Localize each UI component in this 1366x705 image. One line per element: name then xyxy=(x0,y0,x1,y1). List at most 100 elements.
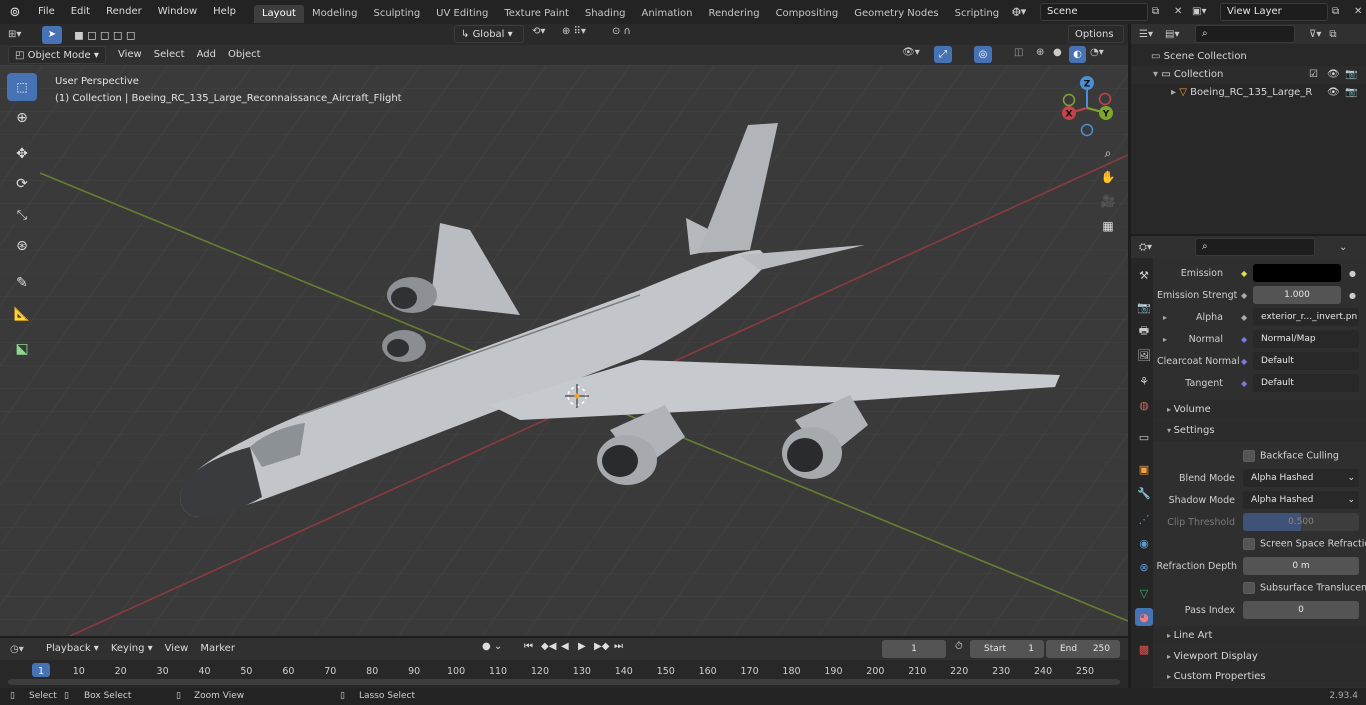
end-frame-field[interactable]: End 250 xyxy=(1046,640,1120,658)
object-tab-icon[interactable]: ▣ xyxy=(1135,460,1153,478)
proportional-icon[interactable]: ⊙ ∩ xyxy=(612,26,631,37)
next-keyframe-icon[interactable]: ▶◆ xyxy=(594,641,609,652)
camera-icon[interactable]: 📷 xyxy=(1345,66,1357,84)
socket-link-icon[interactable]: ◆ xyxy=(1241,357,1247,366)
new-collection-icon[interactable]: ⧉ xyxy=(1329,29,1336,40)
play-icon[interactable]: ▶ xyxy=(578,641,586,652)
timeline-scrollbar[interactable] xyxy=(8,679,1120,685)
add-cube-tool[interactable]: ⬕ xyxy=(7,335,37,363)
xray-icon[interactable]: ◫ xyxy=(1014,47,1023,58)
timeline-editor-icon[interactable]: ◷▾ xyxy=(10,644,38,655)
emission-color-swatch[interactable] xyxy=(1253,264,1341,282)
tab-shading[interactable]: Shading xyxy=(577,5,634,23)
blend-mode-dropdown[interactable]: Alpha Hashed ⌄ xyxy=(1243,469,1359,487)
display-mode-icon[interactable]: ▤▾ xyxy=(1165,29,1191,40)
new-scene-icon[interactable]: ⧉ xyxy=(1152,3,1170,21)
backface-culling-row[interactable]: Backface Culling xyxy=(1153,445,1366,467)
eye-icon[interactable]: 👁 xyxy=(1327,84,1340,102)
ssr-row[interactable]: Screen Space Refraction xyxy=(1153,533,1366,555)
annotate-tool[interactable]: ✎ xyxy=(7,269,37,297)
jump-start-icon[interactable]: ⏮ xyxy=(524,641,533,652)
data-tab-icon[interactable]: ▽ xyxy=(1135,584,1153,602)
socket-dot-icon[interactable]: ◆ xyxy=(1241,269,1247,278)
scale-tool[interactable]: ⤡ xyxy=(7,201,37,229)
menu-playback[interactable]: Playback ▾ xyxy=(40,640,105,658)
overlay-toggle-icon[interactable]: ◎ xyxy=(974,46,992,63)
visibility-icon[interactable]: 👁▾ xyxy=(902,47,920,58)
prev-keyframe-icon[interactable]: ◆◀ xyxy=(541,641,556,652)
menu-object[interactable]: Object xyxy=(222,46,267,64)
socket-dot-icon[interactable]: ◆ xyxy=(1241,291,1247,300)
alpha-link-field[interactable]: exterior_r..._invert.pn xyxy=(1253,308,1359,326)
outliner-search[interactable]: ⌕ xyxy=(1195,25,1295,43)
outliner-row-scene-collection[interactable]: ▭ Scene Collection xyxy=(1131,48,1366,66)
tab-modeling[interactable]: Modeling xyxy=(304,5,366,23)
remove-view-layer-icon[interactable]: ✕ xyxy=(1354,3,1366,21)
subsurface-checkbox[interactable] xyxy=(1243,582,1255,594)
menu-select[interactable]: Select xyxy=(148,46,191,64)
exclude-checkbox-icon[interactable]: ☑ xyxy=(1309,66,1318,84)
select-tool-icon[interactable]: ➤ xyxy=(42,25,62,44)
world-tab-icon[interactable]: ◍ xyxy=(1135,396,1153,414)
current-frame-field[interactable]: 1 xyxy=(882,640,946,658)
outliner-editor-icon[interactable]: ☰▾ xyxy=(1139,29,1165,40)
play-reverse-icon[interactable]: ◀ xyxy=(561,641,569,652)
keyframe-dot-icon[interactable]: ● xyxy=(1349,291,1356,300)
clearcoat-normal-field[interactable]: Default xyxy=(1253,352,1359,370)
material-tab-icon[interactable]: ◕ xyxy=(1135,608,1153,626)
shading-solid-icon[interactable]: ● xyxy=(1053,47,1062,58)
perspective-toggle-icon[interactable]: ▦ xyxy=(1098,216,1118,236)
expand-arrow-icon[interactable]: ▾ xyxy=(1153,69,1161,80)
tab-geometry-nodes[interactable]: Geometry Nodes xyxy=(846,5,946,23)
menu-file[interactable]: File xyxy=(30,0,63,24)
collection-tab-icon[interactable]: ▭ xyxy=(1135,428,1153,446)
shading-material-icon[interactable]: ◐ xyxy=(1069,46,1086,63)
socket-link-icon[interactable]: ◆ xyxy=(1241,379,1247,388)
navigation-gizmo[interactable]: Z Y X xyxy=(1052,73,1122,143)
menu-timeline-view[interactable]: View xyxy=(159,640,195,658)
line-art-section[interactable]: ▸ Line Art xyxy=(1153,626,1366,646)
tab-texture-paint[interactable]: Texture Paint xyxy=(496,5,577,23)
scene-field[interactable]: Scene xyxy=(1040,3,1148,21)
view-layer-icon[interactable]: ▣▾ xyxy=(1192,3,1216,21)
tab-scripting[interactable]: Scripting xyxy=(947,5,1007,23)
properties-editor-icon[interactable]: ⛭▾ xyxy=(1139,242,1165,253)
shading-rendered-icon[interactable]: ◔▾ xyxy=(1090,47,1104,58)
editor-type-icon[interactable]: ⊞▾ xyxy=(8,29,34,40)
measure-tool[interactable]: 📐 xyxy=(7,300,37,328)
clip-threshold-slider[interactable]: 0.500 xyxy=(1243,513,1359,531)
pan-hand-icon[interactable]: ✋ xyxy=(1098,167,1118,187)
menu-help[interactable]: Help xyxy=(205,0,244,24)
view-layer-field[interactable]: View Layer xyxy=(1220,3,1328,21)
viewport-display-section[interactable]: ▸ Viewport Display xyxy=(1153,647,1366,667)
modifier-tab-icon[interactable]: 🔧 xyxy=(1135,484,1153,502)
tab-sculpting[interactable]: Sculpting xyxy=(365,5,428,23)
texture-tab-icon[interactable]: ▩ xyxy=(1135,640,1153,658)
blender-logo-icon[interactable]: ⊚ xyxy=(0,5,30,20)
pivot-icon[interactable]: ⟲▾ xyxy=(532,26,545,37)
tab-uv-editing[interactable]: UV Editing xyxy=(428,5,496,23)
output-tab-icon[interactable]: 🖶 xyxy=(1135,322,1153,340)
ssr-checkbox[interactable] xyxy=(1243,538,1255,550)
outliner-row-object[interactable]: ▸ ▽ Boeing_RC_135_Large_R 👁 📷 xyxy=(1131,84,1366,102)
transform-tool[interactable]: ⊛ xyxy=(7,232,37,260)
filter-icon[interactable]: ⊽▾ xyxy=(1309,29,1321,40)
socket-link-icon[interactable]: ◆ xyxy=(1241,313,1247,322)
options-dropdown[interactable]: Options ▾ xyxy=(1068,25,1124,58)
view-layer-tab-icon[interactable]: 🖼 xyxy=(1135,346,1153,364)
tab-animation[interactable]: Animation xyxy=(634,5,701,23)
move-tool[interactable]: ✥ xyxy=(7,140,37,168)
timeline-area[interactable]: 1 10 20 30 40 50 60 70 80 90 100 110 120 130 140 150 160… xyxy=(0,660,1128,688)
tool-tab-icon[interactable]: ⚒ xyxy=(1135,266,1153,284)
menu-edit[interactable]: Edit xyxy=(63,0,98,24)
outliner-row-collection[interactable]: ▾ ▭ Collection ☑ 👁 📷 xyxy=(1131,66,1366,84)
camera-icon[interactable]: 📷 xyxy=(1345,84,1357,102)
physics-tab-icon[interactable]: ◉ xyxy=(1135,534,1153,552)
refraction-depth-field[interactable]: 0 m xyxy=(1243,557,1359,575)
particles-tab-icon[interactable]: ⋰ xyxy=(1135,510,1153,528)
properties-search[interactable]: ⌕ xyxy=(1195,238,1315,256)
mode-dropdown[interactable]: ◰ Object Mode ▾ xyxy=(8,46,106,64)
menu-render[interactable]: Render xyxy=(98,0,150,24)
expand-arrow-icon[interactable]: ▸ xyxy=(1171,87,1179,98)
jump-end-icon[interactable]: ⏭ xyxy=(614,641,623,652)
